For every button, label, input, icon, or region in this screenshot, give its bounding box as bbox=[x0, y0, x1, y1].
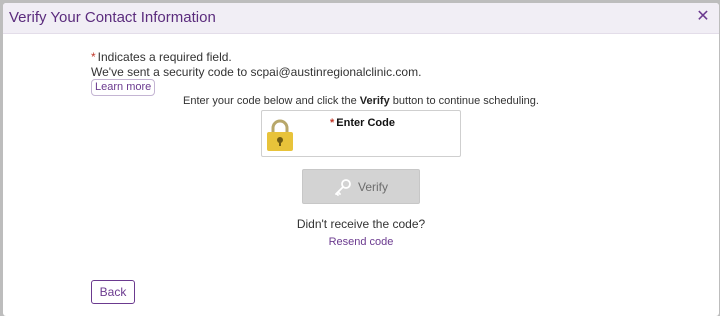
code-entry-box[interactable]: * Enter Code bbox=[261, 110, 461, 157]
code-label-text: Enter Code bbox=[336, 117, 395, 129]
no-code-question: Didn't receive the code? bbox=[296, 217, 426, 231]
instruction-text: Enter your code below and click the Veri… bbox=[3, 95, 719, 107]
resend-row: Resend code bbox=[3, 236, 719, 248]
instruction-after: button to continue scheduling. bbox=[392, 95, 539, 107]
verify-button-label: Verify bbox=[357, 179, 388, 194]
required-marker: * bbox=[91, 50, 96, 64]
close-icon[interactable]: ✕ bbox=[695, 8, 711, 26]
dialog-title: Verify Your Contact Information bbox=[9, 9, 216, 26]
lock-icon bbox=[267, 119, 293, 151]
code-input[interactable] bbox=[302, 133, 454, 153]
dialog-header: Verify Your Contact Information ✕ bbox=[3, 3, 719, 34]
resend-code-link[interactable]: Resend code bbox=[329, 236, 394, 248]
code-field-label: * Enter Code bbox=[330, 117, 395, 129]
learn-more-link[interactable]: Learn more bbox=[91, 79, 156, 96]
code-sent-message: We've sent a security code to scpai@aust… bbox=[91, 65, 422, 79]
verify-contact-dialog: Verify Your Contact Information ✕ * Indic… bbox=[3, 3, 719, 316]
instruction-before: Enter your code below and click the bbox=[183, 95, 357, 107]
required-notice-text: Indicates a required field. bbox=[97, 50, 232, 64]
back-button[interactable]: Back bbox=[91, 280, 135, 304]
verify-button[interactable]: Verify bbox=[302, 169, 420, 204]
key-icon bbox=[335, 178, 351, 196]
instruction-emphasis: Verify bbox=[359, 95, 390, 107]
required-notice: * Indicates a required field. bbox=[91, 50, 232, 64]
code-required-marker: * bbox=[330, 117, 335, 129]
